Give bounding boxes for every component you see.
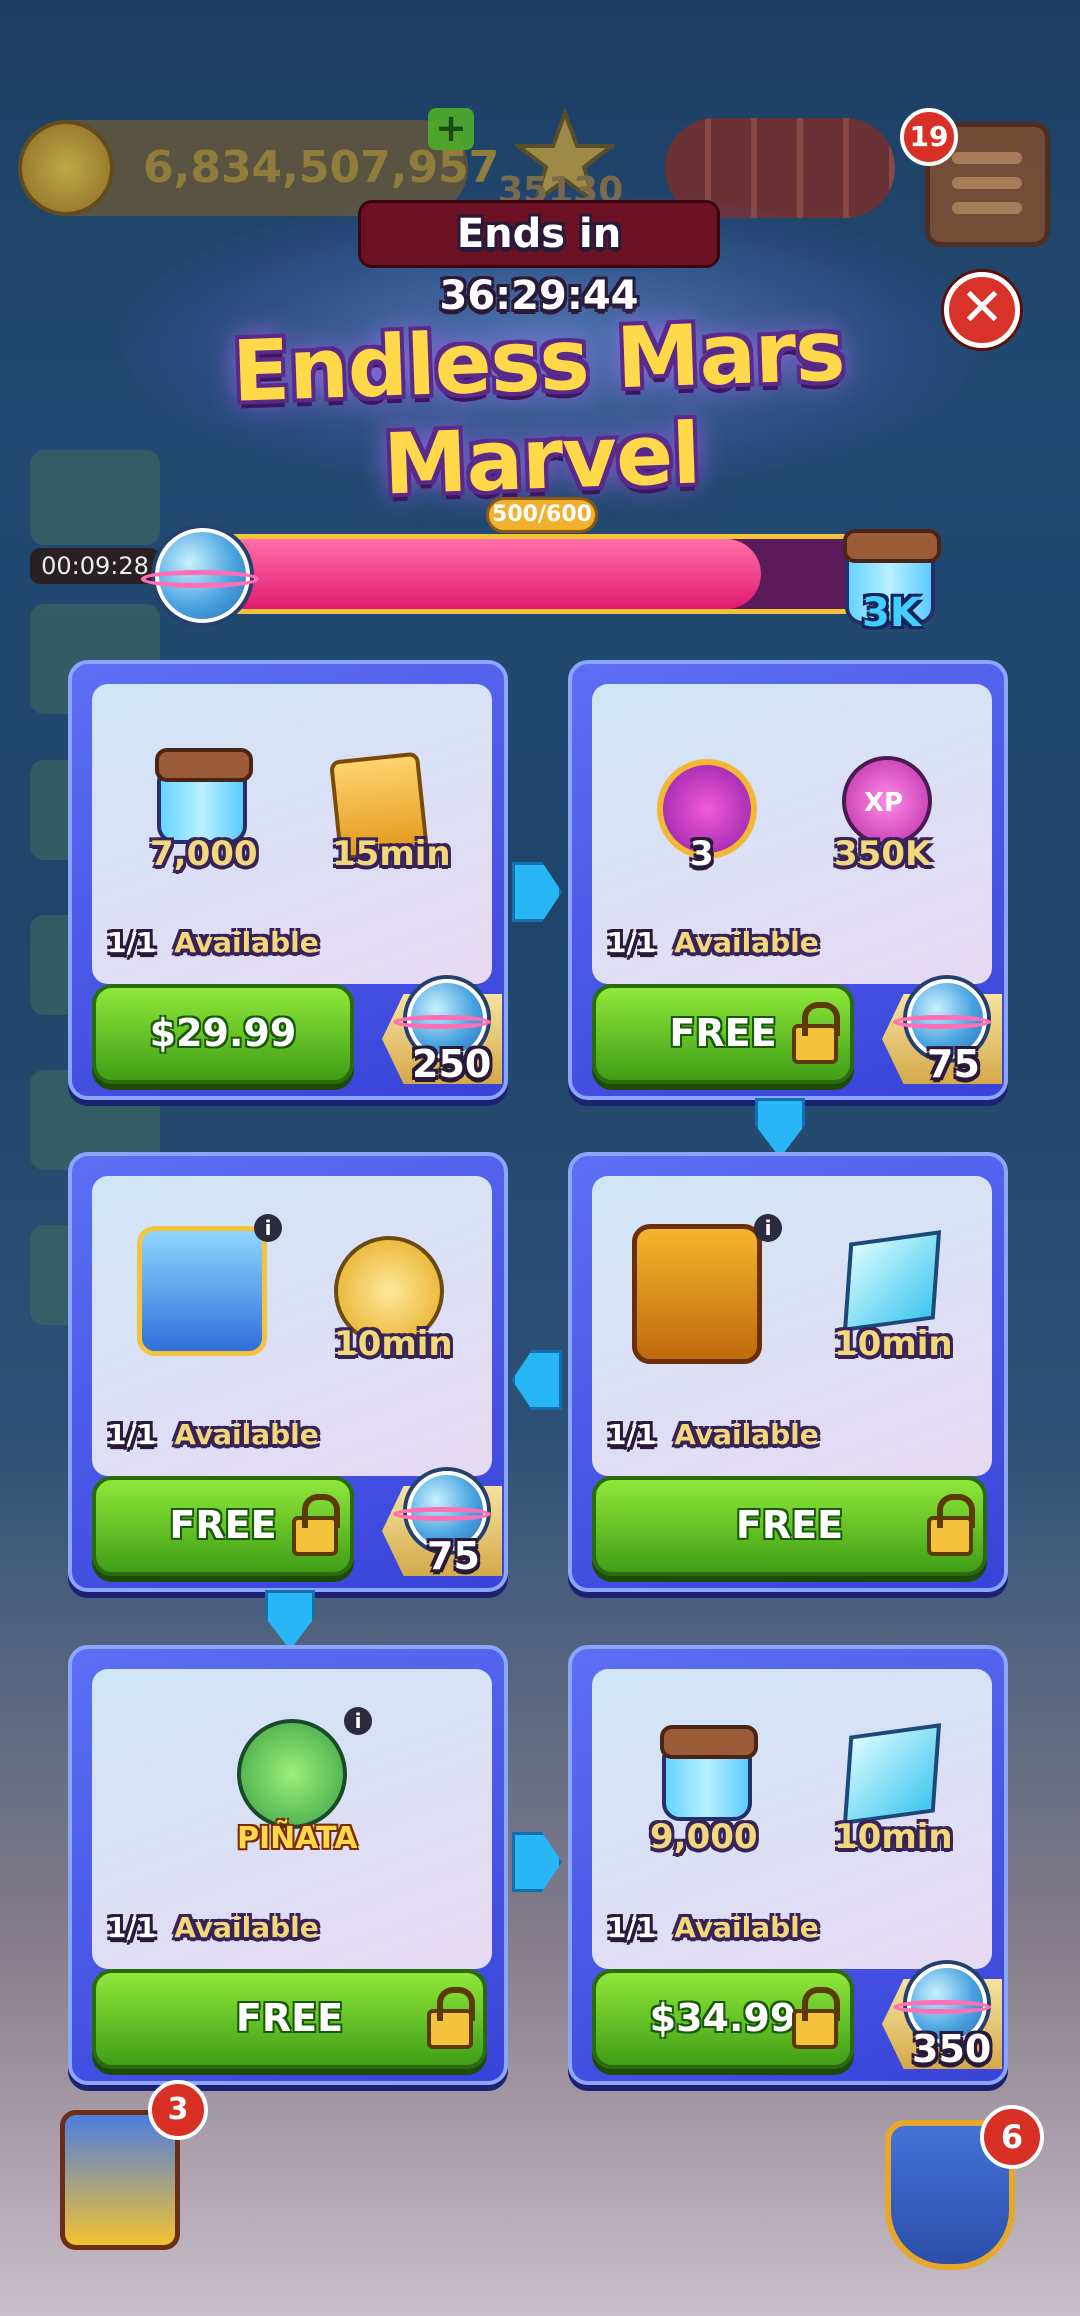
- notification-badge: 6: [980, 2105, 1044, 2169]
- progress-bar: [160, 534, 885, 614]
- notification-badge: 3: [148, 2080, 208, 2140]
- lock-icon: [427, 1987, 475, 2049]
- offer-item-amount: 350K: [834, 834, 932, 874]
- offer-availability: Available: [674, 926, 819, 959]
- points-value: 75: [927, 1042, 980, 1086]
- spins-icon: [660, 1725, 758, 1821]
- offer-card-4: i 10min 1/1 Available FREE: [568, 1152, 1008, 1592]
- points-value: 350: [912, 2027, 992, 2071]
- offer-card-5: i PIÑATA 1/1 Available FREE: [68, 1645, 508, 2085]
- spins-icon: [155, 748, 253, 844]
- offer-card-2: 3 XP 350K 1/1 Available FREE 75: [568, 660, 1008, 1100]
- path-arrow-down-icon: [265, 1590, 315, 1650]
- offer-card-1: 7,000 15min 1/1 Available $29.99 250: [68, 660, 508, 1100]
- offer-card-3: i 10min 1/1 Available FREE 75: [68, 1152, 508, 1592]
- xp-potion-icon: XP: [842, 756, 932, 846]
- progress-fill: [165, 539, 761, 609]
- offer-item-amount: 10min: [834, 1817, 953, 1857]
- offer-count: 1/1: [107, 926, 157, 959]
- offer-count: 1/1: [607, 1911, 657, 1944]
- chest-icon: [632, 1224, 762, 1364]
- points-value: 250: [412, 1042, 492, 1086]
- offer-count: 1/1: [607, 926, 657, 959]
- offer-availability: Available: [174, 926, 319, 959]
- buy-button[interactable]: $29.99: [92, 984, 354, 1084]
- info-icon[interactable]: i: [254, 1214, 282, 1242]
- offer-item-amount: 15min: [332, 834, 451, 874]
- offer-availability: Available: [174, 1911, 319, 1944]
- path-arrow-right-icon: [512, 862, 562, 922]
- info-icon[interactable]: i: [754, 1214, 782, 1242]
- pinata-icon: [237, 1719, 347, 1829]
- planet-icon: [141, 528, 260, 623]
- side-event-icon[interactable]: [30, 450, 160, 545]
- offer-item-amount: 3: [690, 834, 714, 874]
- shard-icon: [842, 1723, 942, 1825]
- offer-count: 1/1: [107, 1418, 157, 1451]
- offer-availability: Available: [674, 1418, 819, 1451]
- lock-icon: [792, 1002, 840, 1064]
- points-value: 75: [427, 1534, 480, 1578]
- menu-notification-badge: 19: [900, 108, 958, 166]
- offer-card-6: 9,000 10min 1/1 Available $34.99 350: [568, 1645, 1008, 2085]
- offer-item-amount: 10min: [834, 1324, 953, 1364]
- lock-icon: [792, 1987, 840, 2049]
- shard-icon: [842, 1230, 942, 1332]
- path-arrow-down-icon: [755, 1098, 805, 1158]
- close-button[interactable]: ✕: [944, 272, 1020, 348]
- lock-icon: [292, 1494, 340, 1556]
- event-timer: Ends in 36:29:44: [358, 200, 720, 319]
- event-title: Endless Mars Marvel: [230, 301, 846, 514]
- progress-reward-amount: 3K: [862, 590, 921, 636]
- coin-icon: [18, 120, 114, 216]
- offer-item-amount: 10min: [334, 1324, 453, 1364]
- offer-count: 1/1: [607, 1418, 657, 1451]
- path-arrow-left-icon: [512, 1350, 562, 1410]
- offer-availability: Available: [174, 1418, 319, 1451]
- offer-count: 1/1: [107, 1911, 157, 1944]
- lock-icon: [927, 1494, 975, 1556]
- progress-label: 500/600: [486, 497, 598, 533]
- info-icon[interactable]: i: [344, 1707, 372, 1735]
- offer-availability: Available: [674, 1911, 819, 1944]
- add-coins-button[interactable]: +: [428, 108, 474, 150]
- offer-item-amount: 7,000: [150, 834, 258, 874]
- chest-icon: [137, 1226, 267, 1356]
- offer-item-amount: 9,000: [650, 1817, 758, 1857]
- offer-item-label: PIÑATA: [237, 1821, 358, 1856]
- path-arrow-right-icon: [512, 1832, 562, 1892]
